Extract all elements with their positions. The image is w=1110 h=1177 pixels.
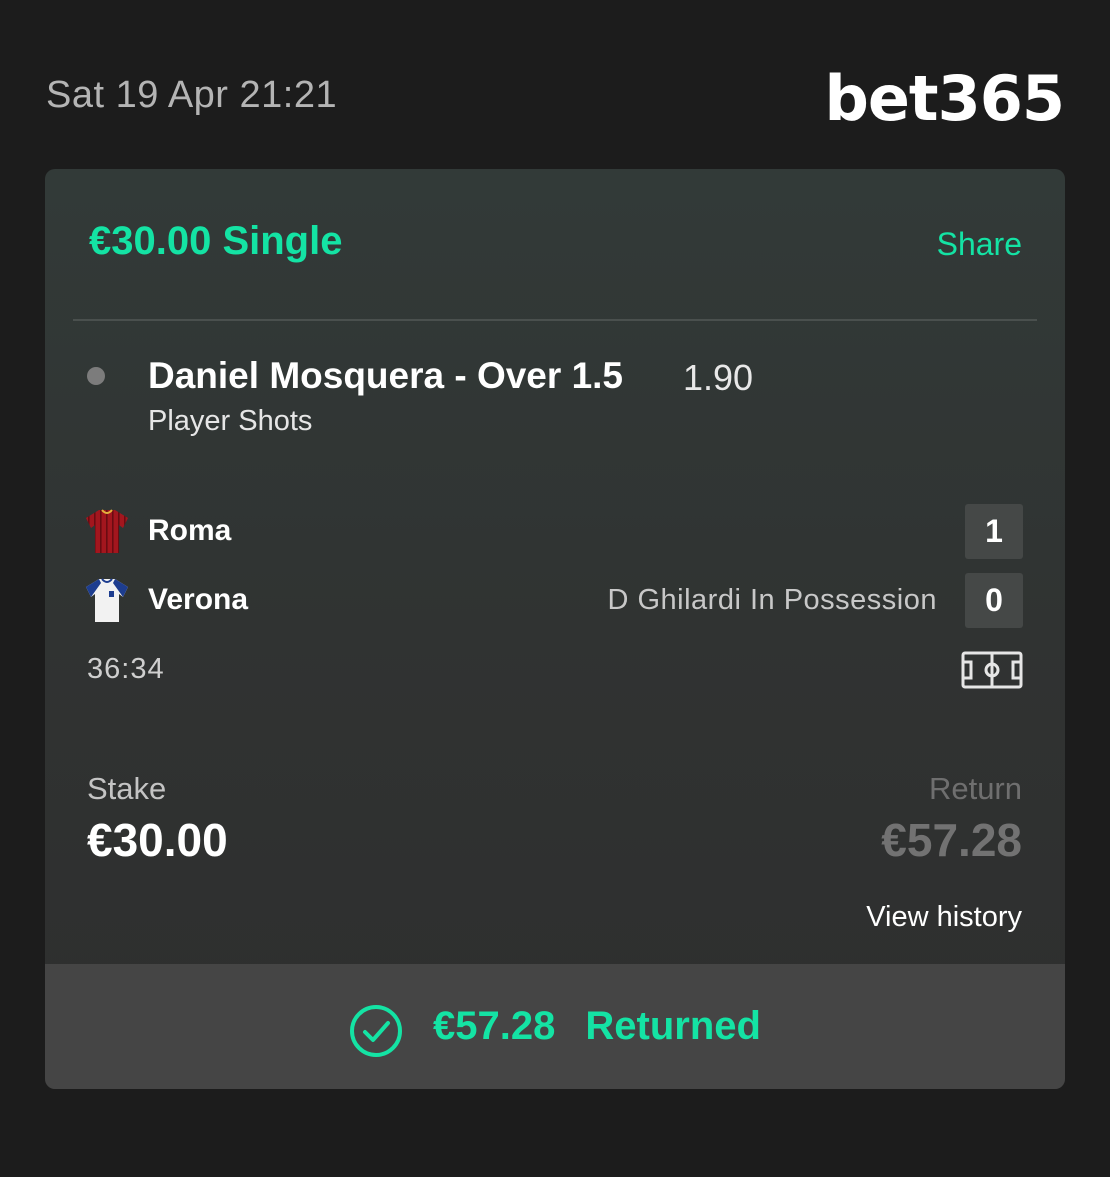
return-label: Return <box>928 771 1022 806</box>
selection-odds: 1.90 <box>683 357 754 398</box>
bet-datetime: Sat 19 Apr 21:21 <box>46 74 338 116</box>
selection-status-dot <box>87 367 105 385</box>
view-history-link[interactable]: View history <box>866 901 1022 934</box>
market-name: Player Shots <box>148 405 313 437</box>
team-name-away: Verona <box>148 583 249 616</box>
divider <box>73 319 1037 321</box>
verona-kit-icon <box>86 578 128 622</box>
match-clock: 36:34 <box>87 653 165 685</box>
score-away: 0 <box>965 573 1023 628</box>
bet-title: €30.00 Single <box>89 219 343 263</box>
team-name-home: Roma <box>148 514 232 547</box>
roma-kit-icon <box>86 509 128 553</box>
bet365-logo: bet365 <box>824 62 1065 135</box>
pitch-icon[interactable] <box>961 651 1023 689</box>
stake-value: €30.00 <box>87 814 228 866</box>
return-value: €57.28 <box>881 814 1022 866</box>
returned-label: Returned <box>585 1004 761 1048</box>
possession-status: D Ghilardi In Possession <box>607 584 937 616</box>
team-row-away: Verona D Ghilardi In Possession 0 <box>85 573 1023 629</box>
check-circle-icon <box>350 1004 403 1057</box>
selection-name: Daniel Mosquera - Over 1.5 <box>148 355 624 396</box>
returned-amount: €57.28 <box>433 1004 556 1048</box>
score-home: 1 <box>965 504 1023 559</box>
returned-footer: €57.28 Returned <box>45 964 1065 1089</box>
bet-card: €30.00 Single Share Daniel Mosquera - Ov… <box>45 169 1065 1089</box>
share-button[interactable]: Share <box>937 226 1022 263</box>
team-row-home: Roma 1 <box>85 504 1023 560</box>
stake-label: Stake <box>87 771 167 806</box>
